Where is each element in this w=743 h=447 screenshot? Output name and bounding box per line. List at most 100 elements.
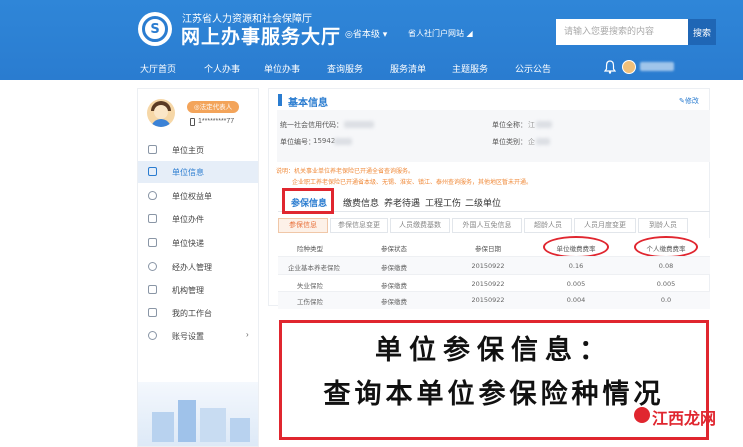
watermark: 江西龙网 [652, 409, 717, 428]
tab-payment-info[interactable]: 缴费信息 [343, 196, 379, 209]
illustration-building [178, 400, 196, 442]
sidebar-item-label: 单位权益单 [172, 192, 212, 201]
cell-type: 工伤保险 [297, 298, 323, 306]
subtab-insurance-info[interactable]: 参保信息 [278, 218, 328, 233]
bell-icon[interactable] [604, 60, 616, 74]
person-icon [148, 262, 157, 271]
shield-icon [148, 191, 157, 200]
nav-item-personal[interactable]: 个人办事 [204, 62, 240, 75]
portal-link[interactable]: 省人社门户网站 ◢ [408, 28, 473, 39]
cell-date: 20150922 [471, 280, 505, 288]
subtab-overage[interactable]: 超龄人员 [524, 218, 572, 233]
cell-date: 20150922 [471, 296, 505, 304]
sidebar-item-cases[interactable]: 单位办件 [138, 208, 258, 230]
cell-unit-rate: 0.004 [566, 296, 586, 304]
legal-rep-badge: ◎法定代表人 [187, 101, 239, 113]
unit-type-redacted [536, 138, 550, 145]
profile-avatar [147, 99, 175, 127]
building-icon [148, 285, 157, 294]
section-marker [278, 94, 282, 106]
cell-date: 20150922 [471, 262, 505, 270]
unit-code-redacted [334, 138, 352, 145]
sidebar-item-unit-info[interactable]: 单位信息 [138, 161, 258, 183]
nav-item-query[interactable]: 查询服务 [327, 62, 363, 75]
cell-status: 参保缴费 [381, 282, 407, 290]
phone-icon [190, 118, 195, 126]
sidebar-item-express[interactable]: 单位快递 [138, 232, 258, 254]
illustration-building [152, 412, 174, 442]
cell-type: 失业保险 [297, 282, 323, 290]
cell-personal-rate: 0.005 [656, 280, 676, 288]
phone-number: 1*********77 [198, 118, 235, 125]
tab-pension[interactable]: 养老待遇 [384, 196, 420, 209]
sidebar-item-label: 单位主页 [172, 146, 204, 155]
sidebar-item-label: 机构管理 [172, 286, 204, 295]
unit-code-label: 单位编号： [280, 138, 315, 146]
sidebar-item-rights[interactable]: 单位权益单 [138, 185, 258, 207]
credit-code-label: 统一社会信用代码： [280, 121, 343, 129]
notice-line-1: 说明：机关事业单位养老保险已开通全省查询服务。 [276, 168, 415, 175]
highlight-oval [634, 236, 698, 258]
site-logo[interactable]: S [138, 12, 172, 46]
sidebar-item-label: 经办人管理 [172, 263, 212, 272]
user-name-redacted[interactable] [640, 62, 674, 71]
basic-info-box [277, 110, 710, 162]
nav-item-unit[interactable]: 单位办事 [264, 62, 300, 75]
nav-item-themes[interactable]: 主题服务 [452, 62, 488, 75]
nav-item-home[interactable]: 大厅首页 [140, 62, 176, 75]
sidebar-item-home[interactable]: 单位主页 [138, 139, 258, 161]
subtab-reaching-age[interactable]: 到龄人员 [638, 218, 688, 233]
unit-type-value: 企 [528, 138, 535, 146]
region-selector[interactable]: ◎省本级 ▾ [345, 27, 387, 40]
th-status: 参保状态 [381, 245, 407, 253]
user-avatar[interactable] [622, 60, 636, 74]
th-type: 险种类型 [297, 245, 323, 253]
unit-type-label: 单位类别： [492, 138, 527, 146]
gear-icon [148, 331, 157, 340]
subtab-monthly-change[interactable]: 人员月度变更 [574, 218, 636, 233]
avatar-face [154, 105, 168, 119]
full-name-label: 单位全称： [492, 121, 527, 129]
subtab-info-change[interactable]: 参保信息变更 [330, 218, 388, 233]
desk-icon [148, 308, 157, 317]
chevron-right-icon: › [246, 330, 249, 339]
cell-personal-rate: 0.08 [658, 262, 674, 270]
nav-item-service-list[interactable]: 服务清单 [390, 62, 426, 75]
sidebar-item-label: 单位信息 [172, 168, 204, 177]
sidebar-item-label: 单位办件 [172, 215, 204, 224]
sidebar-illustration [138, 382, 258, 446]
highlight-box [282, 188, 334, 214]
watermark-logo-icon [634, 407, 650, 423]
cell-status: 参保缴费 [381, 298, 407, 306]
annotation-subtitle: 查询本单位参保险种情况 [323, 379, 665, 410]
credit-code-redacted [344, 121, 374, 128]
sidebar-item-label: 单位快递 [172, 239, 204, 248]
highlight-oval [543, 236, 609, 258]
sidebar-item-org[interactable]: 机构管理 [138, 279, 258, 301]
tab-sub-units[interactable]: 二级单位 [465, 196, 501, 209]
edit-link[interactable]: ✎修改 [679, 96, 699, 106]
file-icon [148, 214, 157, 223]
section-title: 基本信息 [288, 98, 328, 109]
sidebar-item-label: 我的工作台 [172, 309, 212, 318]
subtab-foreigner[interactable]: 外国人互免信息 [452, 218, 522, 233]
document-icon [148, 167, 157, 176]
sidebar-item-label: 账号设置 [172, 332, 204, 341]
annotation-title: 单位参保信息： [375, 335, 613, 366]
avatar-body [151, 119, 171, 127]
cell-status: 参保缴费 [381, 264, 407, 272]
cell-unit-rate: 0.005 [566, 280, 586, 288]
cell-unit-rate: 0.16 [568, 262, 584, 270]
subtab-payment-base[interactable]: 人员缴费基数 [390, 218, 450, 233]
search-input[interactable] [556, 19, 688, 45]
cell-type: 企业基本养老保险 [288, 264, 340, 272]
sidebar-item-operators[interactable]: 经办人管理 [138, 256, 258, 278]
logo-emblem-icon: S [142, 16, 168, 42]
tab-work-injury[interactable]: 工程工伤 [425, 196, 461, 209]
search-button[interactable]: 搜索 [688, 19, 716, 45]
sidebar-item-account-settings[interactable]: 账号设置 › [138, 325, 258, 347]
site-title: 网上办事服务大厅 [181, 26, 342, 48]
nav-item-announcements[interactable]: 公示公告 [515, 62, 551, 75]
sidebar-item-workbench[interactable]: 我的工作台 [138, 302, 258, 324]
illustration-building [230, 418, 250, 442]
